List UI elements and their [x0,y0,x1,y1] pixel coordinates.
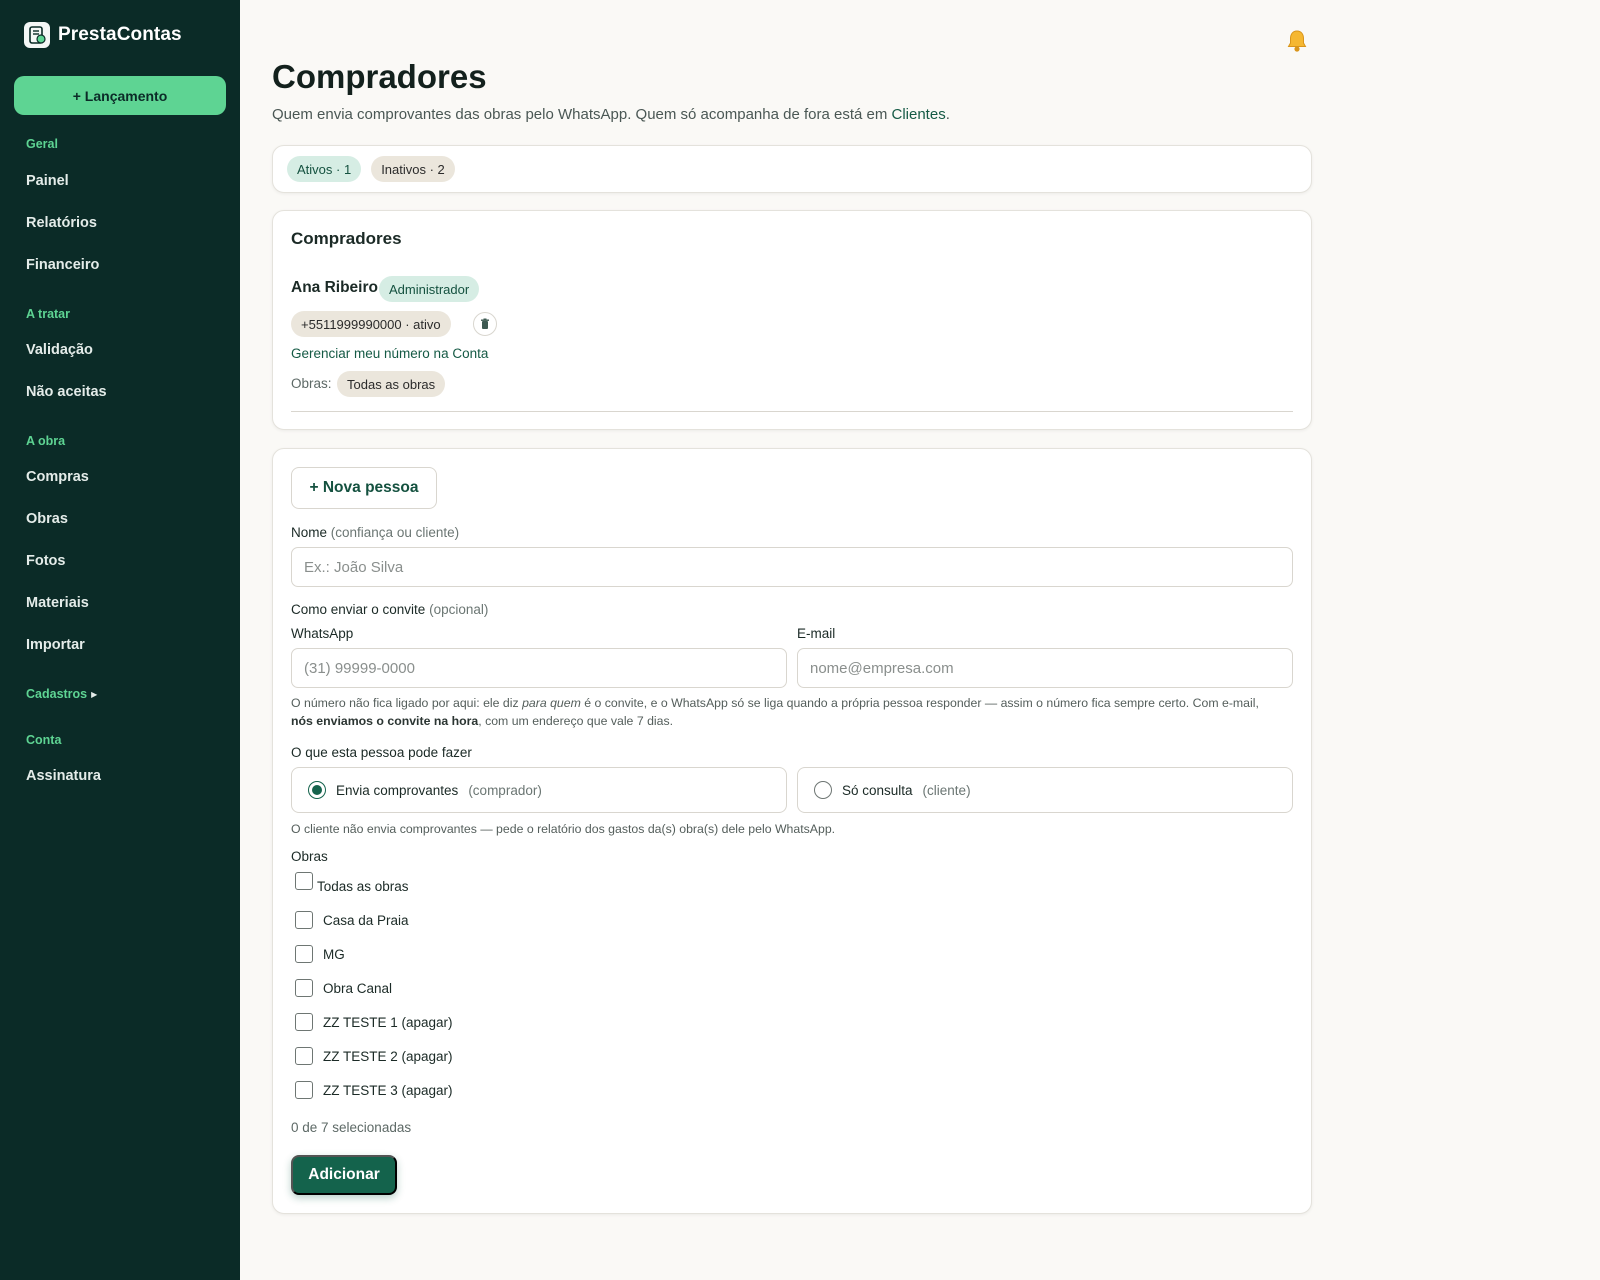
sidebar-item-obras[interactable]: Obras [26,511,68,527]
filter-inactive-pill[interactable]: Inativos · 2 [371,156,455,182]
option-buyer-label: Envia comprovantes [336,782,459,798]
brand-name: PrestaContas [58,24,182,45]
invite-help-text: O número não fica ligado por aqui: ele d… [291,694,1275,730]
obra-option-label: ZZ TESTE 1 (apagar) [323,1014,453,1030]
filter-active-pill[interactable]: Ativos · 1 [287,156,362,182]
divider [291,411,1293,412]
nav-section-cadastros-label: Cadastros [26,687,88,701]
checkbox[interactable] [295,945,313,963]
invite-label-text: Como enviar o convite [291,602,426,617]
option-buyer[interactable]: Envia comprovantes (comprador) [291,767,787,813]
name-label: Nome (confiança ou cliente) [291,525,459,540]
page-subtitle-end: . [945,106,950,123]
sidebar-item-fotos[interactable]: Fotos [26,553,65,569]
name-input[interactable] [291,547,1293,587]
sidebar-item-validacao[interactable]: Validação [26,342,93,358]
obras-label: Obras: [291,376,332,391]
manage-number-link[interactable]: Gerenciar meu número na Conta [291,346,488,361]
name-label-hint: (confiança ou cliente) [330,525,460,540]
checkbox[interactable] [295,979,313,997]
add-button[interactable]: Adicionar [291,1155,397,1195]
checkbox[interactable] [295,872,313,890]
obra-option[interactable]: MG [295,945,345,963]
status-filters: Ativos · 1 Inativos · 2 [272,145,1312,193]
phone-pill: +5511999990000 · ativo [291,311,451,337]
nav-section-cadastros[interactable]: Cadastros ▶ [26,687,97,701]
help-part-3: , com um endereço que vale 7 dias. [478,714,674,728]
obra-option[interactable]: Todas as obras [295,872,409,894]
new-person-form: + Nova pessoa Nome (confiança ou cliente… [272,448,1312,1214]
obra-option[interactable]: ZZ TESTE 1 (apagar) [295,1013,453,1031]
name-label-text: Nome [291,525,328,540]
obra-option-label: Casa da Praia [323,912,409,928]
sidebar-item-materiais[interactable]: Materiais [26,595,89,611]
obra-option-label: ZZ TESTE 3 (apagar) [323,1082,453,1098]
email-input[interactable] [797,648,1293,688]
invite-label-hint: (opcional) [429,602,489,617]
checkbox[interactable] [295,911,313,929]
option-client-hint: (cliente) [922,782,971,798]
help-bold: nós enviamos o convite na hora [291,714,479,728]
clients-link[interactable]: Clientes [892,106,946,123]
nav-section-geral: Geral [26,137,58,151]
bell-icon[interactable] [1284,28,1310,54]
checkbox[interactable] [295,1081,313,1099]
option-client-label: Só consulta [842,782,913,798]
nav-section-a-obra: A obra [26,434,66,448]
checkbox[interactable] [295,1047,313,1065]
option-client[interactable]: Só consulta (cliente) [797,767,1293,813]
buyers-list-card: Compradores Ana Ribeiro Administrador +5… [272,210,1312,430]
sidebar: PrestaContas + Lançamento Geral Painel R… [0,0,240,1280]
invite-label: Como enviar o convite (opcional) [291,602,488,617]
page-subtitle: Quem envia comprovantes das obras pelo W… [272,106,950,123]
email-label: E-mail [797,626,836,641]
brand-logo-icon [24,22,50,48]
sidebar-item-importar[interactable]: Importar [26,637,85,653]
obras-section-label: Obras [291,849,328,864]
obra-option[interactable]: Obra Canal [295,979,392,997]
brand[interactable]: PrestaContas [24,22,182,48]
option-buyer-hint: (comprador) [468,782,542,798]
obras-pill: Todas as obras [337,371,446,397]
whatsapp-input[interactable] [291,648,787,688]
permission-help-text: O cliente não envia comprovantes — pede … [291,822,836,836]
selected-count: 0 de 7 selecionadas [291,1120,412,1135]
sidebar-item-painel[interactable]: Painel [26,173,69,189]
page-subtitle-text: Quem envia comprovantes das obras pelo W… [272,106,892,123]
nav-section-a-tratar: A tratar [26,307,70,321]
obra-option-label: Todas as obras [317,879,409,894]
new-person-button[interactable]: + Nova pessoa [291,467,437,509]
checkbox[interactable] [295,1013,313,1031]
new-launch-button[interactable]: + Lançamento [14,76,226,115]
obra-option[interactable]: ZZ TESTE 2 (apagar) [295,1047,453,1065]
sidebar-item-relatorios[interactable]: Relatórios [26,215,97,231]
nav-section-conta: Conta [26,733,62,747]
obra-option[interactable]: Casa da Praia [295,911,409,929]
obra-option-label: ZZ TESTE 2 (apagar) [323,1048,453,1064]
obra-option[interactable]: ZZ TESTE 3 (apagar) [295,1081,453,1099]
help-part-2: é o convite, e o WhatsApp só se liga qua… [580,696,1259,710]
page-title: Compradores [272,58,487,95]
role-badge: Administrador [379,276,480,302]
whatsapp-label: WhatsApp [291,626,354,641]
caret-right-icon: ▶ [91,690,98,700]
obra-option-label: Obra Canal [323,980,393,996]
trash-icon [481,318,489,329]
permission-label: O que esta pessoa pode fazer [291,745,472,760]
obra-option-label: MG [323,946,345,962]
help-emphasis: para quem [522,696,581,710]
delete-phone-button[interactable] [473,312,497,336]
radio-unchecked-icon[interactable] [814,781,832,799]
sidebar-item-nao-aceitas[interactable]: Não aceitas [26,384,107,400]
sidebar-item-assinatura[interactable]: Assinatura [26,768,101,784]
radio-checked-icon[interactable] [308,781,326,799]
help-part-1: O número não fica ligado por aqui: ele d… [291,696,523,710]
sidebar-item-compras[interactable]: Compras [26,469,89,485]
person-name: Ana Ribeiro [291,279,378,296]
list-title: Compradores [291,229,402,248]
sidebar-item-financeiro[interactable]: Financeiro [26,257,99,273]
